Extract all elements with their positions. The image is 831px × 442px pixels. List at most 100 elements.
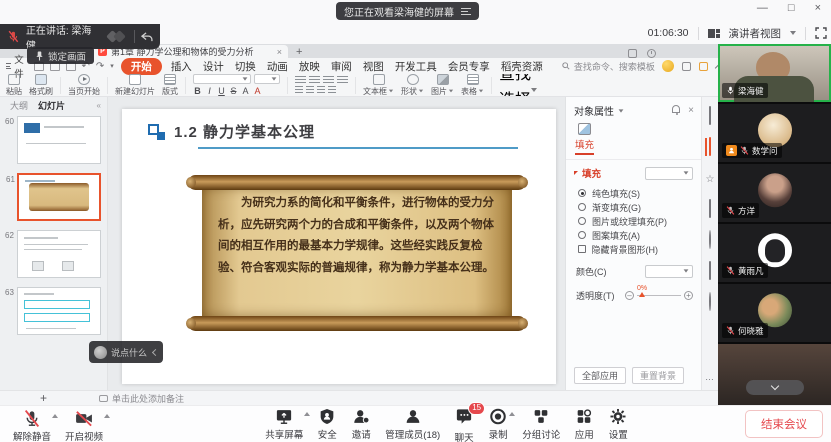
account-avatar[interactable] (662, 60, 674, 72)
fill-tab[interactable]: 填充 (575, 123, 594, 155)
decrease-icon[interactable]: – (625, 291, 634, 300)
video-options-caret[interactable] (104, 414, 110, 418)
new-slide-button[interactable]: 新建幻灯片 (115, 74, 155, 97)
view-mode-selector[interactable]: 演讲者视图 (729, 26, 782, 41)
menu-tab-insert[interactable]: 插入 (169, 59, 194, 74)
bell-icon[interactable] (672, 105, 680, 113)
redo-icon[interactable]: ↷ (96, 61, 104, 72)
panel-close-icon[interactable]: × (688, 105, 694, 116)
new-tab-button[interactable]: + (296, 46, 302, 58)
participant-tile-3[interactable]: 方洋 (718, 164, 831, 222)
menu-tab-animation[interactable]: 动画 (265, 59, 290, 74)
menu-tab-view[interactable]: 视图 (361, 59, 386, 74)
slide-canvas[interactable]: 1.2 静力学基本公理 为研究力系的简化和平衡条件，进行物体的受力分析，应先研究… (108, 97, 565, 390)
font-size-select[interactable] (254, 74, 280, 84)
history-icon[interactable] (647, 49, 656, 58)
share-icon[interactable] (699, 62, 708, 71)
layout-button[interactable]: 版式 (162, 74, 178, 97)
banner-menu-icon[interactable] (461, 8, 471, 15)
media-pane-icon[interactable] (709, 261, 711, 280)
participant-tile-2[interactable]: 数学问 (718, 104, 831, 162)
tab-close-icon[interactable]: × (277, 47, 282, 57)
apply-all-button[interactable]: 全部应用 (574, 367, 626, 384)
lock-screen-button[interactable]: 锁定画面 (27, 47, 94, 64)
clipboard-pane-icon[interactable] (709, 199, 711, 218)
shapes-button[interactable]: 形状 (401, 74, 424, 97)
fill-preset-dropdown[interactable] (645, 167, 693, 180)
slide-thumbnail-61-current[interactable]: 61 (17, 173, 101, 221)
justify-icon[interactable] (337, 76, 348, 84)
align-center-icon[interactable] (309, 76, 320, 84)
fill-option-solid[interactable]: 纯色填充(S) (566, 186, 701, 200)
end-meeting-button[interactable]: 结束会议 (745, 410, 823, 438)
image-button[interactable]: 图片 (431, 74, 454, 97)
font-family-select[interactable] (193, 74, 251, 84)
help-pane-icon[interactable] (709, 230, 711, 249)
chat-placeholder[interactable]: 说点什么 (111, 346, 147, 359)
menu-tab-design[interactable]: 设计 (201, 59, 226, 74)
table-button[interactable]: 表格 (461, 74, 484, 97)
section-caret-icon[interactable] (574, 171, 578, 175)
line-spacing-icon[interactable] (328, 86, 336, 94)
close-button[interactable]: × (815, 2, 821, 14)
watching-banner[interactable]: 您正在观看梁海健的屏幕 (336, 2, 479, 20)
unmute-button[interactable]: 解除静音 (6, 406, 58, 442)
security-button[interactable]: 安全 (310, 404, 344, 441)
participant-tile-5[interactable]: 何晓雅 (718, 284, 831, 342)
fill-option-pattern[interactable]: 图案填充(A) (566, 228, 701, 242)
slide-thumbnail-62[interactable]: 62 (17, 230, 101, 278)
notes-area[interactable]: 单击此处添加备注 (99, 392, 184, 405)
menu-tab-docer[interactable]: 稻壳资源 (499, 59, 545, 74)
menu-tab-developer[interactable]: 开发工具 (393, 59, 439, 74)
start-video-button[interactable]: 开启视频 (58, 406, 110, 442)
workspace-icon[interactable] (628, 49, 637, 58)
breakout-rooms-button[interactable]: 分组讨论 (515, 404, 567, 441)
reset-background-button[interactable]: 重置背景 (632, 367, 684, 384)
fill-option-gradient[interactable]: 渐变填充(G) (566, 200, 701, 214)
view-mode-caret-icon[interactable] (790, 31, 796, 35)
menu-tab-transition[interactable]: 切换 (233, 59, 258, 74)
settings-button[interactable]: 设置 (601, 404, 635, 441)
scroll-down-button[interactable] (746, 380, 804, 395)
increase-icon[interactable]: + (684, 291, 693, 300)
properties-caret-icon[interactable] (619, 109, 624, 112)
share-screen-button[interactable]: 共享屏幕 (258, 404, 310, 441)
participant-tile-more[interactable] (718, 344, 831, 405)
menu-tab-home[interactable]: 开始 (121, 58, 162, 75)
outline-tab[interactable]: 大纲 (10, 99, 28, 112)
emoji-pane-icon[interactable] (709, 292, 711, 311)
underline-button[interactable]: U (217, 86, 226, 96)
chat-button[interactable]: 15 聊天 (447, 404, 481, 442)
bullet-list-icon[interactable] (295, 86, 303, 94)
format-painter-button[interactable]: 格式刷 (29, 74, 53, 97)
transparency-slider[interactable]: – 0% + (625, 291, 693, 300)
bold-button[interactable]: B (193, 86, 202, 96)
paste-button[interactable]: 粘贴 (6, 74, 22, 97)
font-grow-button[interactable]: A (241, 86, 250, 96)
numbered-list-icon[interactable] (306, 86, 314, 94)
collapse-chevron-icon[interactable] (152, 348, 159, 355)
indent-icon[interactable] (317, 86, 325, 94)
slide-thumbnail-63[interactable]: 63 (17, 287, 101, 335)
record-button[interactable]: 录制 (481, 404, 515, 441)
italic-button[interactable]: I (205, 86, 214, 96)
menu-tab-review[interactable]: 审阅 (329, 59, 354, 74)
manage-members-button[interactable]: 管理成员(18) (378, 404, 447, 441)
select-button[interactable]: 选择 (499, 86, 537, 97)
color-dropdown[interactable] (645, 265, 693, 278)
command-search[interactable]: 查找命令、搜索模板 (562, 60, 655, 73)
slider-thumb[interactable] (639, 292, 645, 297)
cloud-sync-icon[interactable] (682, 62, 691, 71)
strikethrough-button[interactable]: S (229, 86, 238, 96)
align-left-icon[interactable] (295, 76, 306, 84)
participant-tile-4[interactable]: 黄雨凡 (718, 224, 831, 282)
participant-tile-1[interactable]: 梁海健 (718, 44, 831, 102)
fill-option-picture[interactable]: 图片或纹理填充(P) (566, 214, 701, 228)
properties-pane-icon[interactable] (709, 137, 711, 156)
quickbar-dropdown-icon[interactable]: ▾ (110, 62, 114, 70)
find-button[interactable]: 查找 (499, 74, 537, 84)
fullscreen-icon[interactable] (815, 27, 827, 39)
slides-tab[interactable]: 幻灯片 (38, 99, 65, 112)
current-slide[interactable]: 1.2 静力学基本公理 为研究力系的简化和平衡条件，进行物体的受力分析，应先研究… (122, 109, 556, 384)
add-slide-button[interactable]: + (40, 392, 47, 404)
